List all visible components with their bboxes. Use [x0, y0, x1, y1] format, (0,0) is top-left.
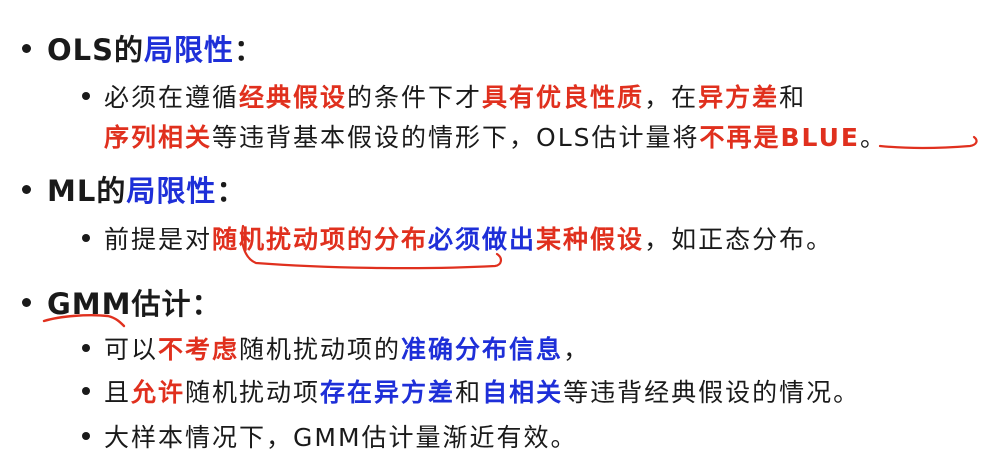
ols-item-line-2: 序列相关 等违背基本假设的情形下，OLS估计量将 不再是BLUE 。: [104, 118, 887, 154]
gmm-item-line-2: 且 允许 随机扰动项 存在异方差 和 自相关 等违背经典假设的情况。: [82, 373, 860, 409]
ml-item-line-1: 前提是对 随机扰动项的分布 必须做出 某种假设 ，如正态分布。: [82, 220, 833, 256]
text-segment: 大样本情况下，GMM估计量渐近有效。: [104, 423, 578, 452]
text-segment-red: 异方差: [698, 83, 780, 112]
heading-gmm: GMM估计 ：: [22, 281, 222, 323]
text-segment-blue: 存在异方差: [320, 378, 456, 407]
bullet-icon: [22, 43, 31, 53]
text-segment-red: 具有优良性质: [482, 83, 645, 112]
heading-highlight: 局限性: [126, 174, 217, 208]
text-segment-red: 不再是BLUE: [699, 123, 860, 152]
bullet-icon: [22, 184, 31, 194]
ols-item-line-1: 必须在遵循 经典假设 的条件下才 具有优良性质 ，在 异方差 和: [82, 78, 806, 114]
text-segment: 和: [779, 83, 807, 112]
heading-text: ML的: [47, 174, 127, 208]
bullet-icon: [82, 387, 90, 395]
text-segment-red: 允许: [131, 378, 186, 407]
text-segment-red: 随机扰动项的分布: [212, 225, 429, 254]
bullet-icon: [22, 297, 31, 307]
bullet-icon: [82, 344, 90, 352]
text-segment: 可以: [104, 335, 159, 364]
text-segment: 必须在遵循: [104, 83, 240, 112]
gmm-item-line-1: 可以 不考虑 随机扰动项的 准确分布信息 ，: [82, 330, 590, 366]
text-segment-blue: 自相关: [482, 378, 564, 407]
ink-underline-blue-icon: [878, 135, 978, 149]
text-segment: 的条件下才: [347, 83, 483, 112]
text-segment: 随机扰动项的: [239, 335, 402, 364]
text-segment: 和: [455, 378, 483, 407]
text-segment-blue: 必须做出: [428, 225, 537, 254]
text-segment: 且: [104, 378, 132, 407]
text-segment: 前提是对: [104, 225, 213, 254]
heading-ols: OLS的 局限性 ：: [22, 27, 264, 69]
bullet-icon: [82, 234, 90, 242]
heading-colon: ：: [216, 174, 247, 208]
gmm-item-line-3: 大样本情况下，GMM估计量渐近有效。: [82, 418, 578, 454]
text-segment: 等违背基本假设的情形下，OLS估计量将: [212, 123, 700, 152]
heading-ml: ML的 局限性 ：: [22, 168, 246, 210]
text-segment-red: 经典假设: [239, 83, 348, 112]
text-segment: ，: [563, 335, 591, 364]
heading-highlight: 局限性: [144, 33, 235, 67]
heading-colon: ：: [191, 287, 222, 321]
text-segment: 随机扰动项: [185, 378, 321, 407]
heading-text: OLS的: [47, 33, 145, 67]
bullet-icon: [82, 432, 90, 440]
text-segment-blue: 准确分布信息: [401, 335, 564, 364]
text-segment: 。: [859, 123, 887, 152]
text-segment-red: 不考虑: [158, 335, 240, 364]
text-segment: ，在: [644, 83, 699, 112]
text-segment: ，如正态分布。: [644, 225, 834, 254]
text-segment-red: 序列相关: [104, 123, 213, 152]
heading-colon: ：: [234, 33, 265, 67]
heading-text: GMM估计: [47, 287, 192, 321]
bullet-icon: [82, 92, 90, 100]
slide: OLS的 局限性 ： 必须在遵循 经典假设 的条件下才 具有优良性质 ，在 异方…: [0, 0, 1004, 462]
text-segment-red: 某种假设: [536, 225, 645, 254]
text-segment: 等违背经典假设的情况。: [563, 378, 861, 407]
